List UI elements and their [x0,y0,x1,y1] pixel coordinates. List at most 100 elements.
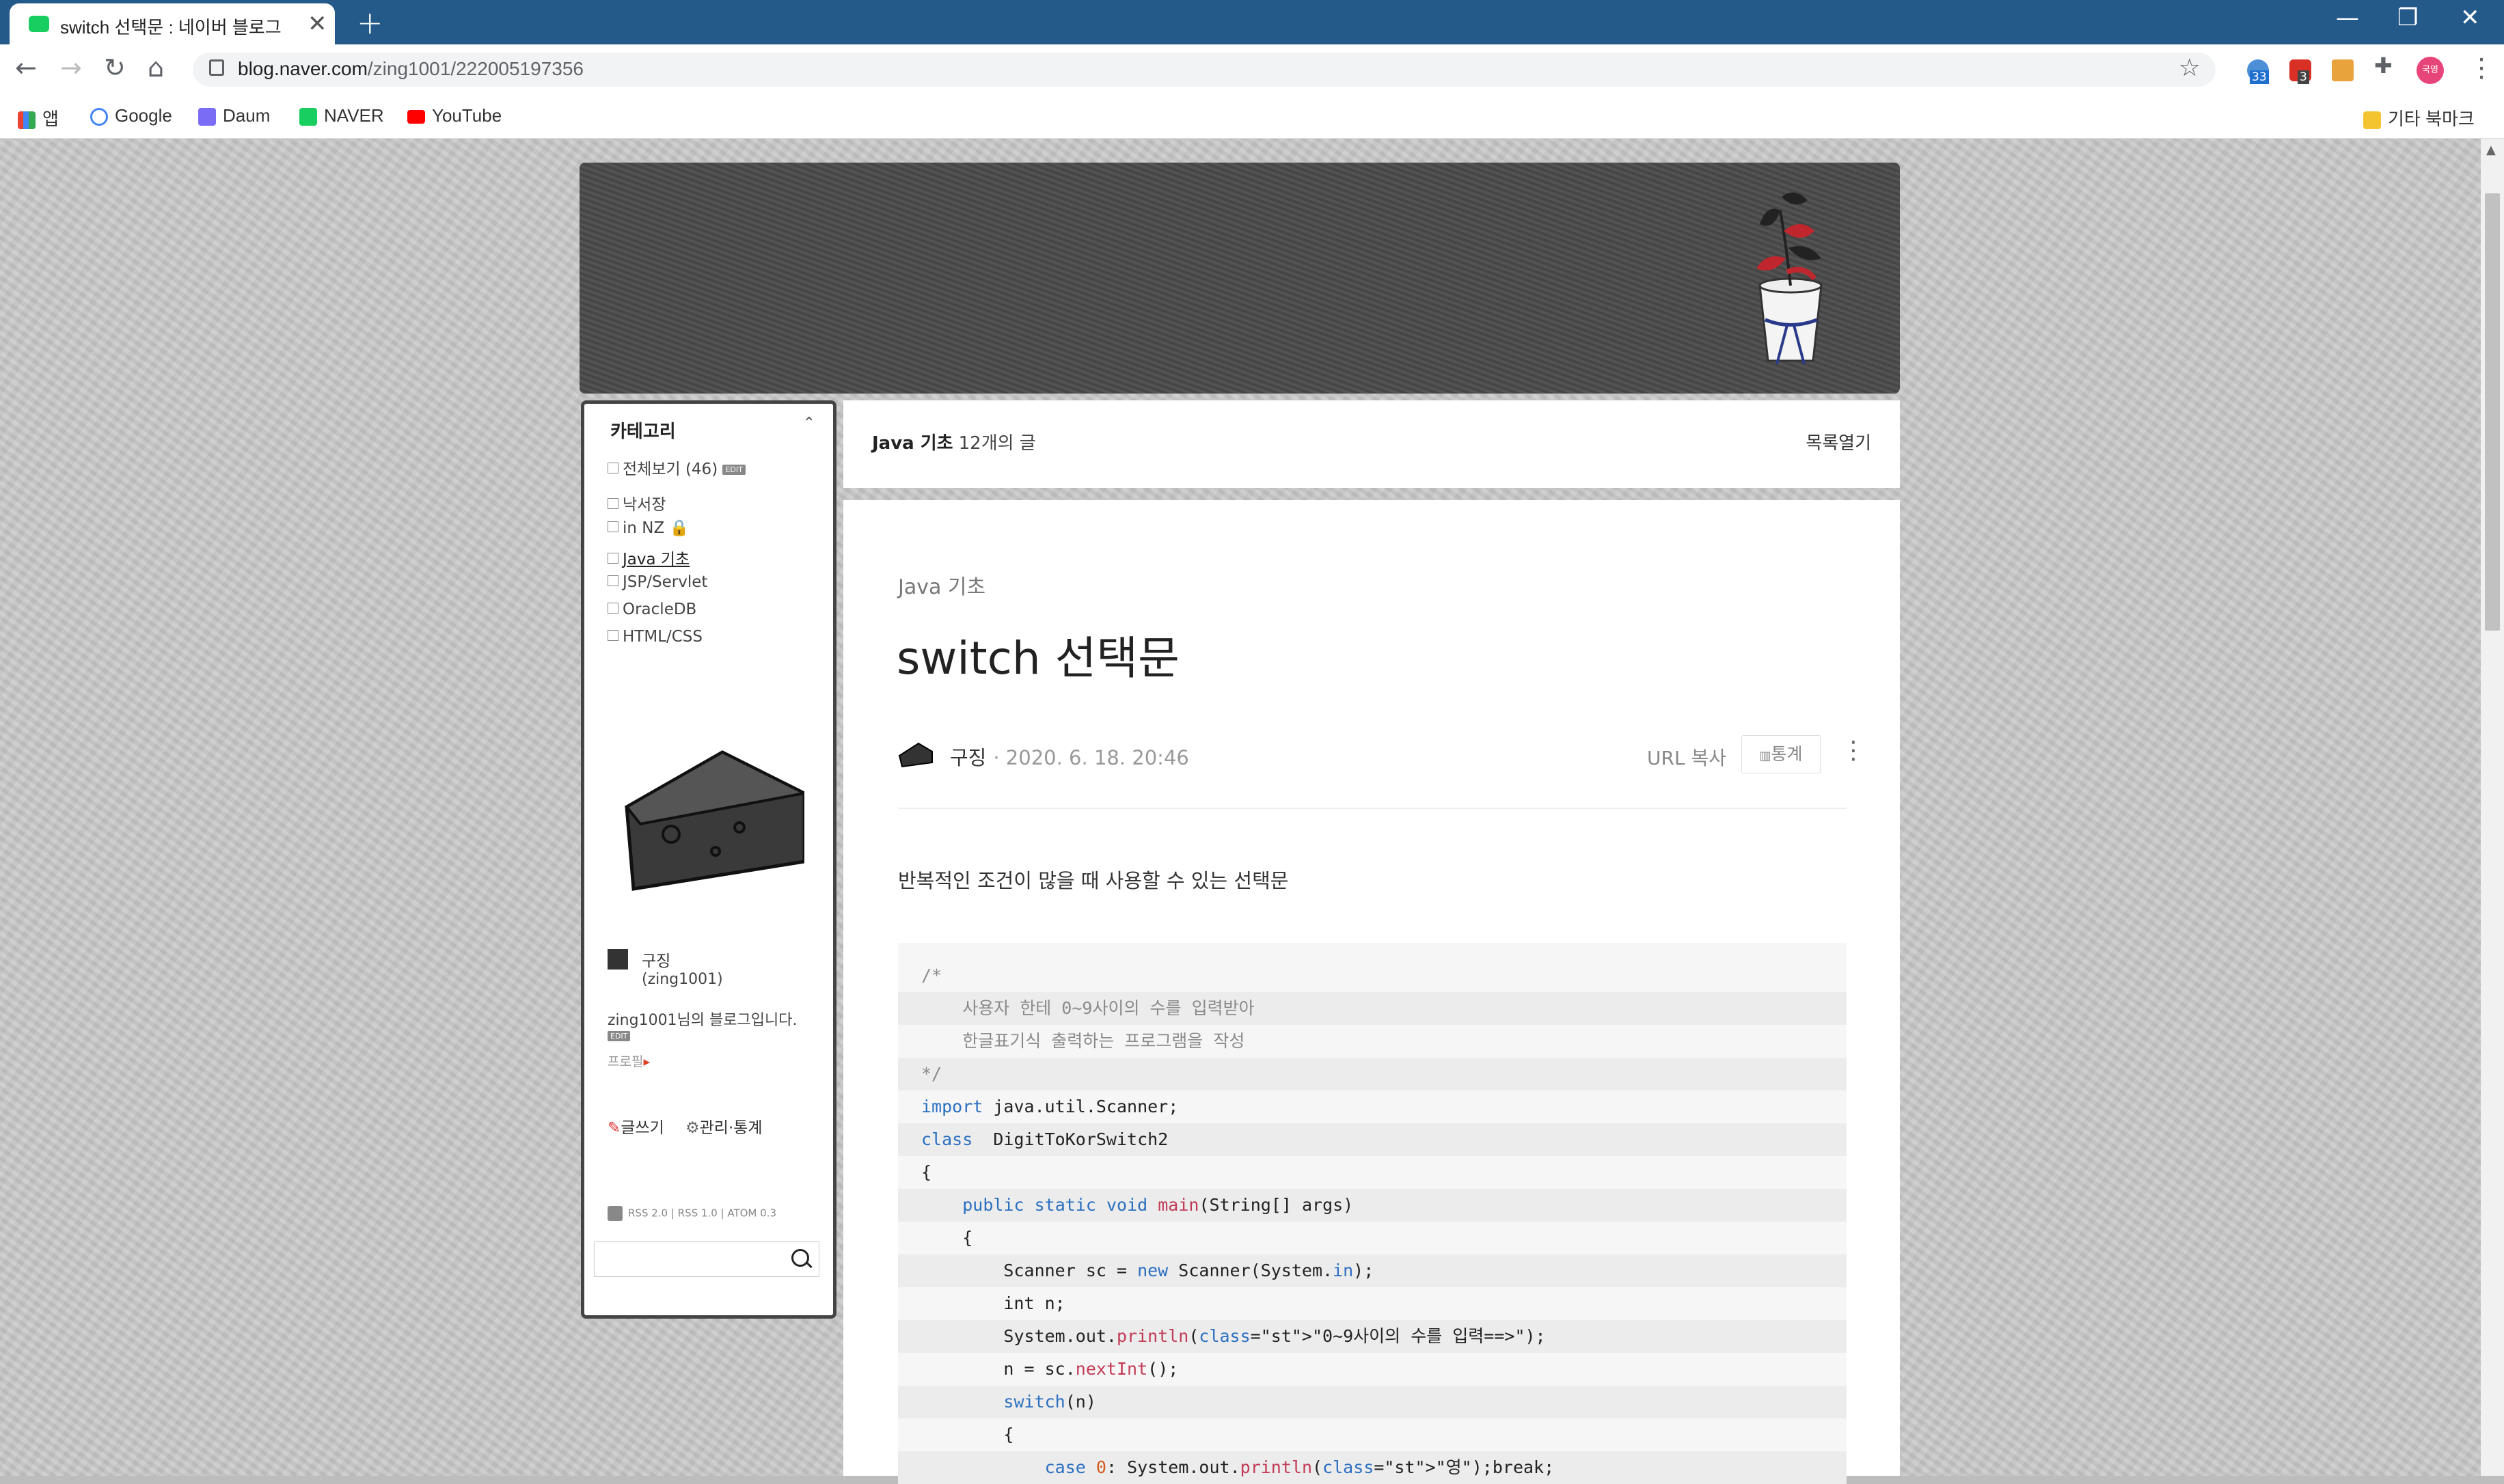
post-category[interactable]: Java 기초 [898,570,985,600]
back-icon[interactable]: ← [15,53,37,83]
category-label: 낙서장 [623,496,666,514]
category-count: (46) [685,461,718,478]
category-label: in NZ [623,519,665,537]
blog-search-input[interactable] [594,1241,819,1277]
category-all[interactable]: 전체보기 (46) EDIT [608,456,746,479]
category-item[interactable]: OracleDB [608,601,696,618]
vertical-scrollbar[interactable]: ▲ [2481,139,2504,1476]
profile-link[interactable]: 프로필▸ [608,1052,650,1070]
open-list-button[interactable]: 목록열기 [1806,429,1871,454]
bookmark-label: 기타 북마크 [2388,109,2475,129]
profile-avatar [608,949,628,970]
bookmark-daum[interactable]: Daum [198,105,270,126]
edit-badge[interactable]: EDIT [608,1031,631,1041]
address-bar[interactable]: blog.naver.com/zing1001/222005197356 ☆ [193,53,2216,87]
category-item[interactable]: HTML/CSS [608,628,703,646]
category-bullet-icon [608,553,618,564]
code-line: { [921,1162,932,1182]
listbar-category: Java 기초 12개의 글 [872,429,1036,454]
author-avatar[interactable] [898,739,934,769]
bookmark-label: YouTube [432,105,502,126]
other-bookmarks[interactable]: 기타 북마크 [2363,105,2475,130]
naver-blog-favicon-icon [29,16,49,32]
minimize-icon[interactable]: — [2336,4,2359,31]
url-path: /zing1001/222005197356 [367,58,584,79]
search-icon[interactable] [791,1249,809,1267]
extension-badge: 3 [2298,70,2309,84]
code-line: public static void main(String[] args) [898,1189,1847,1222]
category-heading: 카테고리 [610,422,676,442]
category-item[interactable]: JSP/Servlet [608,573,707,591]
profile-avatar[interactable]: 국영 [2417,57,2444,84]
bookmark-naver[interactable]: NAVER [299,105,384,126]
url-host: blog.naver.com [238,58,368,79]
rss-links[interactable]: RSS 2.0 | RSS 1.0 | ATOM 0.3 [608,1206,776,1221]
profile-link-label: 프로필 [608,1054,644,1069]
divider [898,808,1847,809]
more-options-icon[interactable]: ⋮ [1841,737,1866,765]
profile-cheese-image[interactable] [620,745,804,896]
close-tab-icon[interactable]: ✕ [308,10,327,38]
code-line: System.out.println(class="st">"0~9사이의 수를… [898,1320,1847,1353]
code-line: int n; [921,1293,1065,1313]
code-line: Scanner sc = new Scanner(System.in); [898,1254,1847,1287]
url-copy-button[interactable]: URL 복사 [1647,743,1726,771]
bookmark-google[interactable]: Google [90,105,172,126]
forward-icon[interactable]: → [60,53,82,83]
scrollbar-thumb[interactable] [2485,193,2500,631]
profile-name: 구징 [642,952,671,970]
apps-bookmark[interactable]: 앱 [18,105,59,130]
chart-icon: ▥ [1759,749,1771,763]
code-line: n = sc.nextInt(); [921,1359,1179,1379]
code-block: /* 사용자 한테 0~9사이의 수를 입력받아 한글표기식 출력하는 프로그램… [898,943,1847,1484]
browser-tab[interactable]: switch 선택문 : 네이버 블로그 ✕ [10,3,335,44]
profile-description: zing1001님의 블로그입니다. [608,1012,798,1029]
scroll-up-icon[interactable]: ▲ [2486,143,2496,157]
category-bullet-icon [608,463,618,473]
bookmark-youtube[interactable]: YouTube [407,105,502,126]
edit-badge[interactable]: EDIT [722,465,746,475]
home-icon[interactable]: ⌂ [148,53,164,83]
code-line: { [921,1228,973,1248]
browser-toolbar: ← → ↻ ⌂ blog.naver.com/zing1001/22200519… [0,44,2504,96]
category-item-active[interactable]: Java 기초 [608,546,690,569]
menu-kebab-icon[interactable]: ⋮ [2468,53,2494,83]
manage-label: 관리·통계 [699,1119,763,1137]
youtube-icon [407,110,425,124]
reload-icon[interactable]: ↻ [104,53,126,83]
rss-icon [608,1206,623,1221]
collapse-caret-icon[interactable]: ⌃ [803,415,815,432]
write-post-link[interactable]: ✎글쓰기 [608,1114,664,1138]
manage-stats-link[interactable]: ⚙관리·통계 [685,1114,763,1138]
code-line: { [921,1425,1014,1444]
post-date: · 2020. 6. 18. 20:46 [993,746,1189,769]
bookmark-label: NAVER [324,105,384,126]
category-label: Java 기초 [623,551,690,568]
window-close-icon[interactable]: ✕ [2460,4,2480,31]
bookmarks-bar: 앱 Google Daum NAVER YouTube 기타 북마크 [0,96,2504,139]
naver-icon [299,108,317,126]
category-label: 전체보기 [623,461,681,478]
restore-icon[interactable]: ❐ [2397,4,2418,31]
category-item[interactable]: in NZ 🔒 [608,519,689,537]
stats-button[interactable]: ▥통계 [1741,735,1821,773]
bookmark-star-icon[interactable]: ☆ [2179,54,2201,82]
write-label: 글쓰기 [621,1119,664,1137]
post-title: switch 선택문 [897,632,1180,685]
blog-banner [580,163,1900,394]
author-name[interactable]: 구징 [950,746,986,769]
category-bullet-icon [608,498,618,509]
extension-icon[interactable] [2332,59,2354,81]
category-label: HTML/CSS [623,628,703,646]
puzzle-icon[interactable]: ✚ [2374,53,2393,79]
tab-title: switch 선택문 : 네이버 블로그 [60,17,282,38]
daum-icon [198,108,216,126]
code-line: switch(n) [898,1386,1847,1418]
post-author: 구징 · 2020. 6. 18. 20:46 [950,742,1189,771]
stats-label: 통계 [1771,744,1803,764]
pencil-icon: ✎ [608,1119,621,1137]
new-tab-button[interactable]: + [357,4,383,41]
category-label: JSP/Servlet [623,573,708,591]
tab-strip: switch 선택문 : 네이버 블로그 ✕ + — ❐ ✕ [0,0,2504,44]
category-item[interactable]: 낙서장 [608,491,666,514]
